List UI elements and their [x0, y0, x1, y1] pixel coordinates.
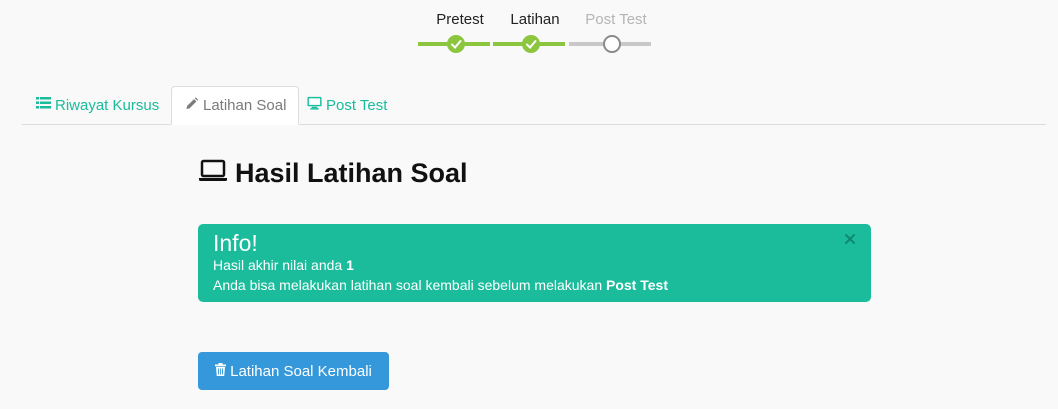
alert-hint-text: Anda bisa melakukan latihan soal kembali…	[213, 277, 606, 293]
pencil-icon	[184, 96, 199, 115]
laptop-icon	[198, 158, 228, 189]
alert-score-line: Hasil akhir nilai anda 1	[213, 255, 856, 275]
course-tabs: Riwayat Kursus Latihan Soal Post Test	[22, 86, 1046, 125]
check-icon	[522, 35, 540, 53]
retry-button-label: Latihan Soal Kembali	[230, 362, 372, 380]
page-title-text: Hasil Latihan Soal	[235, 158, 468, 188]
alert-hint-bold: Post Test	[606, 277, 668, 293]
trash-icon	[215, 362, 227, 380]
retry-practice-button[interactable]: Latihan Soal Kembali	[198, 352, 389, 390]
info-alert: Info! Hasil akhir nilai anda 1 Anda bisa…	[198, 224, 871, 302]
step-label-latihan: Latihan	[510, 11, 560, 28]
step-label-post-test: Post Test	[585, 11, 647, 28]
alert-title: Info!	[213, 230, 258, 256]
tab-label: Latihan Soal	[203, 97, 287, 114]
alert-score-value: 1	[346, 257, 354, 273]
check-icon	[447, 35, 465, 53]
tab-post-test[interactable]: Post Test	[295, 86, 399, 124]
page-title: Hasil Latihan Soal	[198, 158, 468, 189]
alert-hint-line: Anda bisa melakukan latihan soal kembali…	[213, 275, 856, 295]
list-icon	[36, 96, 51, 114]
tab-label: Riwayat Kursus	[55, 96, 160, 114]
pending-circle-icon	[603, 35, 621, 53]
tab-latihan-soal[interactable]: Latihan Soal	[171, 86, 300, 125]
step-label-pretest: Pretest	[436, 11, 484, 28]
tab-riwayat-kursus[interactable]: Riwayat Kursus	[24, 86, 171, 124]
alert-score-label: Hasil akhir nilai anda	[213, 257, 347, 273]
monitor-icon	[307, 96, 322, 114]
tab-label: Post Test	[326, 96, 388, 114]
close-icon[interactable]	[843, 232, 857, 246]
progress-stepper: Pretest Latihan Post Test	[0, 0, 1058, 60]
